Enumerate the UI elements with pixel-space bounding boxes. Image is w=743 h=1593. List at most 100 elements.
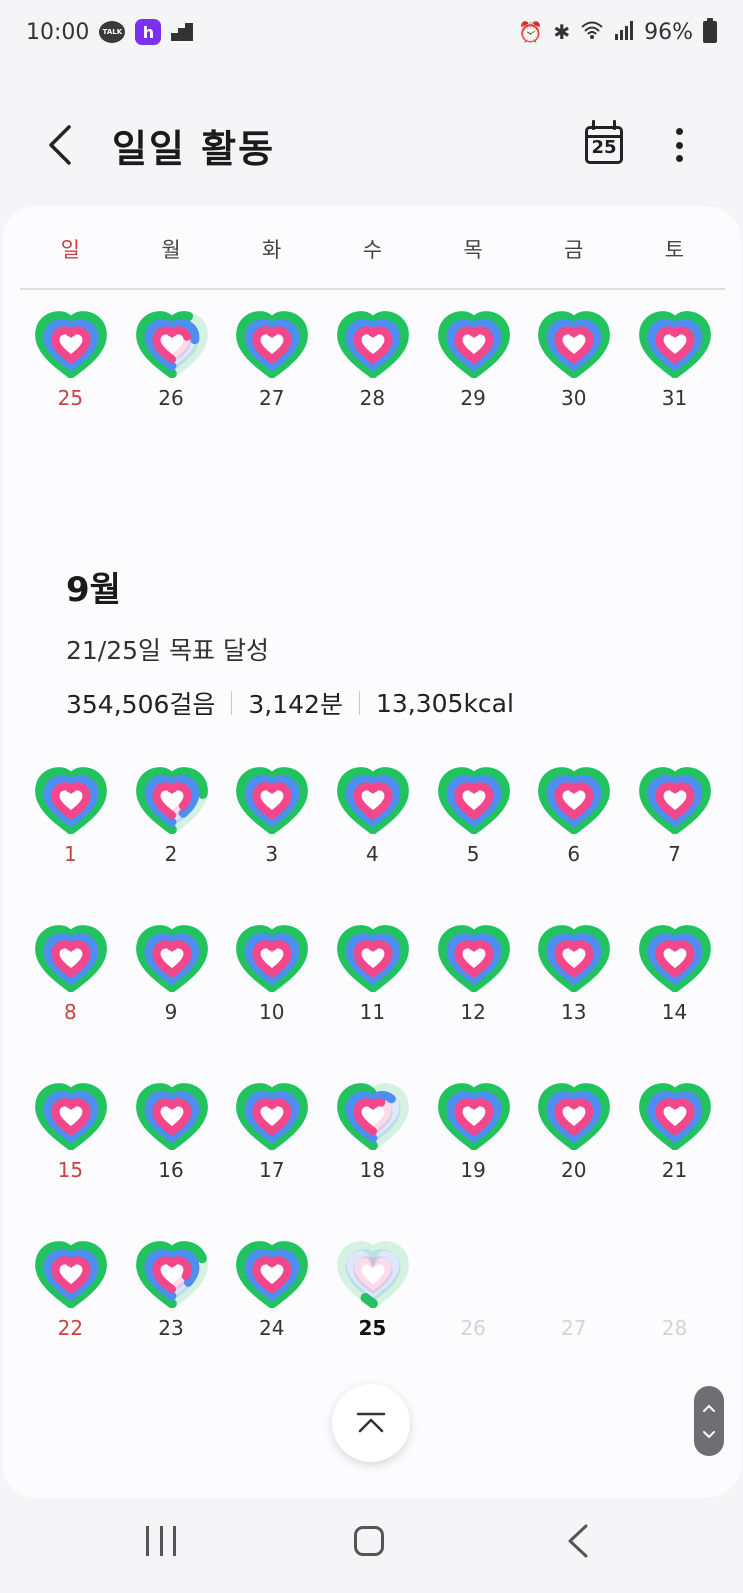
calendar-day-14[interactable]: 14 xyxy=(624,924,725,1044)
system-navigation-bar xyxy=(0,1500,743,1593)
calendar-day-7[interactable]: 7 xyxy=(624,766,725,886)
activity-heart-icon xyxy=(437,925,510,992)
status-time: 10:00 xyxy=(26,19,90,45)
recent-apps-button[interactable] xyxy=(146,1526,176,1556)
app-h-notification-icon: h xyxy=(135,19,162,45)
activity-heart-icon xyxy=(639,925,711,992)
calendar-day-18[interactable]: 18 xyxy=(322,1082,423,1202)
activity-heart-icon xyxy=(236,1083,309,1150)
activity-heart xyxy=(235,1082,309,1150)
activity-heart-icon xyxy=(35,1083,107,1150)
home-button[interactable] xyxy=(354,1526,384,1556)
calendar-day-3[interactable]: 3 xyxy=(221,766,322,886)
activity-heart-icon xyxy=(35,1241,107,1308)
activity-heart xyxy=(336,1082,410,1150)
month-stats-row: 354,506걸음 3,142분 13,305kcal xyxy=(66,685,686,721)
activity-heart xyxy=(437,766,511,834)
calendar-day-23[interactable]: 23 xyxy=(121,1240,222,1360)
activity-heart xyxy=(437,1240,511,1308)
day-number: 14 xyxy=(661,1000,688,1024)
kakaotalk-notification-icon: TALK xyxy=(99,21,126,43)
calendar-day-8[interactable]: 8 xyxy=(20,924,121,1044)
calendar-day-11[interactable]: 11 xyxy=(322,924,423,1044)
status-right: ⏰ ✱ 96% xyxy=(518,18,717,45)
month-week-row: 15 16 17 18 19 20 21 xyxy=(20,1082,725,1202)
calendar-day-4[interactable]: 4 xyxy=(322,766,423,886)
calendar-day-25[interactable]: 25 xyxy=(20,310,121,430)
calendar-day-22[interactable]: 22 xyxy=(20,1240,121,1360)
calendar-day-12[interactable]: 12 xyxy=(423,924,524,1044)
calendar-day-6[interactable]: 6 xyxy=(523,766,624,886)
system-back-button[interactable] xyxy=(566,1524,590,1558)
day-number: 21 xyxy=(661,1158,688,1182)
day-number: 16 xyxy=(158,1158,184,1182)
more-dot xyxy=(675,128,683,135)
month-title: 9월 xyxy=(66,570,121,610)
activity-heart-icon xyxy=(337,1241,409,1308)
activity-calendar-card: 일월화수목금토 25 26 27 28 29 30 31 9월 21/25일 목표 달성 3… xyxy=(2,206,741,1498)
activity-heart xyxy=(336,310,410,378)
day-number: 15 xyxy=(57,1158,84,1182)
back-button[interactable] xyxy=(38,120,82,170)
recents-bar xyxy=(159,1526,163,1556)
day-number: 8 xyxy=(63,1000,77,1024)
day-number: 13 xyxy=(561,1000,587,1024)
month-week-row: 22 23 24 25 26 27 28 xyxy=(20,1240,725,1360)
system-back-icon xyxy=(568,1524,588,1558)
activity-heart-icon xyxy=(437,767,510,834)
activity-heart-icon xyxy=(236,1241,309,1308)
calendar-day-24[interactable]: 24 xyxy=(221,1240,322,1360)
calendar-day-2[interactable]: 2 xyxy=(121,766,222,886)
weekday-divider xyxy=(20,288,725,290)
status-bar: 10:00 TALK h ⏰ ✱ 96% xyxy=(0,0,743,64)
calendar-day-27[interactable]: 27 xyxy=(221,310,322,430)
chevron-down-icon xyxy=(703,1430,715,1438)
day-number: 3 xyxy=(265,842,279,866)
previous-week-row: 25 26 27 28 29 30 31 xyxy=(20,310,725,430)
scroll-to-top-button[interactable] xyxy=(332,1384,410,1462)
activity-heart-icon xyxy=(236,925,309,992)
activity-heart xyxy=(235,766,309,834)
calendar-day-13[interactable]: 13 xyxy=(523,924,624,1044)
activity-heart xyxy=(34,1240,108,1308)
calendar-day-21[interactable]: 21 xyxy=(624,1082,725,1202)
month-week-row: 1 2 3 4 5 6 7 xyxy=(20,766,725,886)
calendar-day-1[interactable]: 1 xyxy=(20,766,121,886)
calendar-day-5[interactable]: 5 xyxy=(423,766,524,886)
day-number: 30 xyxy=(561,386,587,410)
activity-heart xyxy=(336,924,410,992)
recents-bar xyxy=(146,1526,149,1556)
day-number: 9 xyxy=(164,1000,178,1024)
calendar-day-9[interactable]: 9 xyxy=(121,924,222,1044)
activity-heart-icon xyxy=(538,925,611,992)
activity-heart-icon xyxy=(639,1083,711,1150)
more-options-button[interactable] xyxy=(664,124,694,166)
month-summary: 9월 21/25일 목표 달성 354,506걸음 3,142분 13,305k… xyxy=(66,562,686,721)
activity-heart xyxy=(537,1082,611,1150)
calendar-day-29[interactable]: 29 xyxy=(423,310,524,430)
activity-heart-icon xyxy=(135,1083,208,1150)
calendar-day-26[interactable]: 26 xyxy=(121,310,222,430)
fast-scroll-handle[interactable] xyxy=(694,1386,724,1456)
calendar-day-20[interactable]: 20 xyxy=(523,1082,624,1202)
calendar-day-25[interactable]: 25 xyxy=(322,1240,423,1360)
calendar-day-10[interactable]: 10 xyxy=(221,924,322,1044)
day-number: 20 xyxy=(561,1158,587,1182)
day-number: 26 xyxy=(158,386,184,410)
calendar-day-28[interactable]: 28 xyxy=(322,310,423,430)
bluetooth-icon: ✱ xyxy=(553,20,571,44)
activity-heart-icon xyxy=(236,767,309,834)
calendar-day-16[interactable]: 16 xyxy=(121,1082,222,1202)
activity-heart-icon xyxy=(35,767,107,834)
calendar-button[interactable]: 25 xyxy=(583,120,627,168)
activity-heart-icon xyxy=(337,311,409,378)
calendar-day-31[interactable]: 31 xyxy=(624,310,725,430)
calendar-day-30[interactable]: 30 xyxy=(523,310,624,430)
day-number: 19 xyxy=(460,1158,486,1182)
calendar-day-19[interactable]: 19 xyxy=(423,1082,524,1202)
calendar-day-17[interactable]: 17 xyxy=(221,1082,322,1202)
calendar-day-15[interactable]: 15 xyxy=(20,1082,121,1202)
activity-heart-icon xyxy=(135,311,208,378)
activity-heart-icon xyxy=(35,311,107,378)
weekday-label: 수 xyxy=(362,238,383,262)
